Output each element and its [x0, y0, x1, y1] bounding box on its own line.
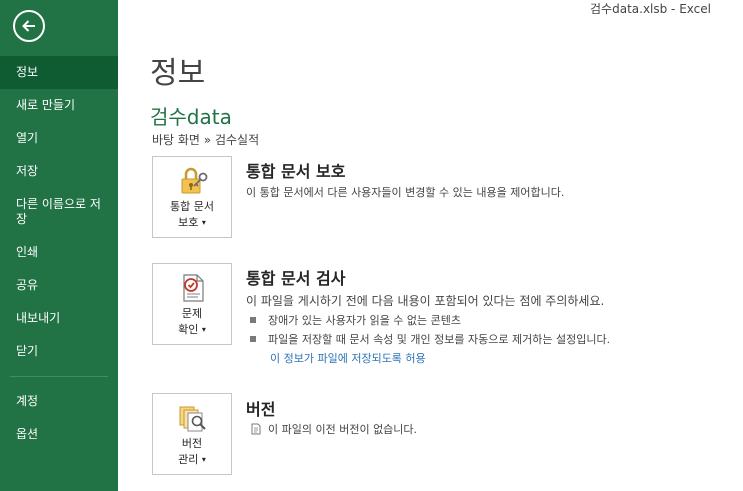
nav-item-new[interactable]: 새로 만들기	[0, 89, 118, 122]
nav-item-share[interactable]: 공유	[0, 269, 118, 302]
document-icon	[251, 423, 261, 435]
back-arrow-icon	[22, 20, 35, 32]
dropdown-caret-icon: ▾	[201, 218, 206, 227]
inspect-label-line2: 확인	[178, 323, 199, 336]
back-button[interactable]	[13, 10, 45, 42]
inspect-section-title: 통합 문서 검사	[246, 269, 346, 288]
dropdown-caret-icon: ▾	[201, 325, 206, 334]
versions-section-title: 버전	[246, 400, 276, 419]
nav-item-options[interactable]: 옵션	[0, 418, 118, 451]
inspect-label-line1: 문제	[181, 307, 203, 320]
protect-label-line2: 보호	[178, 216, 199, 229]
backstage-sidebar: 정보 새로 만들기 열기 저장 다른 이름으로 저장 인쇄 공유 내보내기 닫기…	[0, 0, 118, 491]
check-for-issues-button[interactable]: 문제 확인 ▾	[152, 263, 232, 345]
versions-description: 이 파일의 이전 버전이 없습니다.	[268, 423, 418, 436]
nav-item-account[interactable]: 계정	[0, 385, 118, 418]
nav-divider	[10, 376, 108, 377]
inspect-button-label: 문제 확인 ▾	[153, 306, 231, 338]
nav-item-save-as[interactable]: 다른 이름으로 저장	[0, 188, 118, 236]
backstage-nav: 정보 새로 만들기 열기 저장 다른 이름으로 저장 인쇄 공유 내보내기 닫기…	[0, 56, 118, 451]
file-name: 검수data	[150, 105, 232, 129]
inspect-bullet-2-text: 파일을 저장할 때 문서 속성 및 개인 정보를 자동으로 제거하는 설정입니다…	[268, 333, 611, 346]
inspect-section-description: 이 파일을 게시하기 전에 다음 내용이 포함되어 있다는 점에 주의하세요.	[246, 294, 605, 308]
inspect-bullet-1-text: 장애가 있는 사용자가 읽을 수 없는 콘텐츠	[268, 314, 462, 327]
breadcrumb[interactable]: 바탕 화면 » 검수실적	[152, 131, 259, 148]
versions-icon	[179, 406, 206, 432]
protect-label-line1: 통합 문서	[170, 200, 214, 213]
versions-label-line1: 버전	[181, 437, 203, 450]
inspect-bullet-2: 파일을 저장할 때 문서 속성 및 개인 정보를 자동으로 제거하는 설정입니다…	[250, 331, 610, 347]
nav-item-save[interactable]: 저장	[0, 155, 118, 188]
nav-item-print[interactable]: 인쇄	[0, 236, 118, 269]
versions-status: 이 파일의 이전 버전이 없습니다.	[250, 421, 417, 437]
nav-item-close[interactable]: 닫기	[0, 335, 118, 368]
bullet-square-icon	[250, 336, 256, 342]
window-title: 검수data.xlsb - Excel	[590, 2, 711, 16]
inspect-bullet-1: 장애가 있는 사용자가 읽을 수 없는 콘텐츠	[250, 312, 461, 328]
nav-item-export[interactable]: 내보내기	[0, 302, 118, 335]
page-title: 정보	[150, 56, 206, 91]
nav-item-info[interactable]: 정보	[0, 56, 118, 89]
bullet-square-icon	[250, 317, 256, 323]
inspect-document-icon	[183, 274, 204, 302]
manage-versions-button[interactable]: 버전 관리 ▾	[152, 393, 232, 475]
versions-label-line2: 관리	[178, 453, 199, 466]
protect-button-label: 통합 문서 보호 ▾	[153, 199, 231, 231]
nav-item-open[interactable]: 열기	[0, 122, 118, 155]
lock-key-icon	[181, 167, 208, 194]
protect-section-description: 이 통합 문서에서 다른 사용자들이 변경할 수 있는 내용을 제어합니다.	[246, 186, 565, 199]
dropdown-caret-icon: ▾	[201, 455, 206, 464]
protect-section-title: 통합 문서 보호	[246, 162, 346, 181]
allow-save-info-link[interactable]: 이 정보가 파일에 저장되도록 허용	[270, 350, 426, 366]
protect-workbook-button[interactable]: 통합 문서 보호 ▾	[152, 156, 232, 238]
versions-button-label: 버전 관리 ▾	[153, 436, 231, 468]
